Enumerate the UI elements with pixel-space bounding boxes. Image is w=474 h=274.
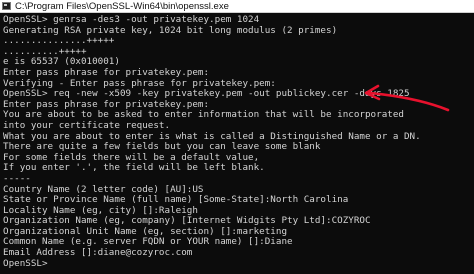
window-title: C:\Program Files\OpenSSL-Win64\bin\opens… bbox=[15, 0, 229, 12]
console-line: into your certificate request. bbox=[3, 119, 171, 131]
console-line: Enter pass phrase for privatekey.pem: bbox=[3, 66, 210, 78]
console-line: ----- bbox=[3, 172, 31, 184]
console-window: C:\Program Files\OpenSSL-Win64\bin\opens… bbox=[0, 0, 474, 274]
console-app-icon bbox=[2, 2, 11, 10]
console-line: Email Address []:diane@cozyroc.com bbox=[3, 247, 193, 259]
console-output[interactable]: OpenSSL> genrsa -des3 -out privatekey.pe… bbox=[3, 15, 474, 274]
console-line: If you enter '.', the field will be left… bbox=[3, 162, 265, 174]
console-line: OpenSSL> bbox=[3, 257, 48, 269]
console-line: OpenSSL> genrsa -des3 -out privatekey.pe… bbox=[3, 15, 260, 25]
title-bar[interactable]: C:\Program Files\OpenSSL-Win64\bin\opens… bbox=[0, 0, 474, 13]
